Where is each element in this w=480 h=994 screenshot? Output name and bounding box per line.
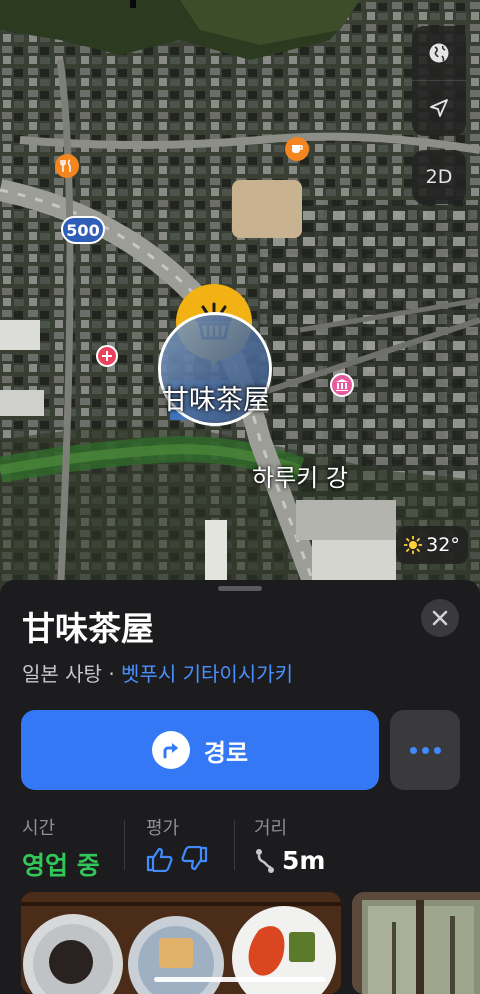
info-divider	[234, 820, 235, 870]
info-divider	[124, 820, 125, 870]
sun-icon	[404, 536, 423, 554]
map-view[interactable]: 500 甘味茶屋 하루키 강 2D 32°	[0, 0, 480, 600]
temperature: 32°	[426, 534, 460, 556]
distance-value: 5m	[282, 846, 326, 875]
place-title: 甘味茶屋	[22, 609, 154, 648]
close-icon	[432, 610, 448, 626]
weather-badge: 32°	[396, 526, 468, 564]
hours-info: 시간 영업 중	[22, 814, 100, 880]
rating-value	[146, 846, 208, 872]
location-arrow-icon[interactable]	[412, 81, 466, 135]
sheet-grabber[interactable]	[218, 586, 262, 591]
museum-icon[interactable]	[330, 373, 354, 397]
distance-info: 거리 5m	[254, 814, 325, 875]
road-shield-500: 500	[61, 216, 105, 244]
hours-value: 영업 중	[22, 851, 100, 880]
rating-label: 평가	[146, 818, 180, 839]
thumbs-up-icon	[146, 847, 173, 872]
rating-info[interactable]: 평가	[146, 814, 208, 874]
place-subtitle: 일본 사탕 · 벳푸시 기타이시가키	[22, 658, 293, 687]
photo-thumbnail[interactable]	[352, 892, 480, 994]
distance-label: 거리	[254, 818, 288, 839]
thumbs-down-icon	[181, 846, 208, 871]
pin-label: 甘味茶屋	[162, 385, 270, 416]
distance-row: 5m	[254, 846, 325, 875]
hospital-icon[interactable]	[96, 345, 118, 367]
cafe-icon[interactable]	[285, 137, 309, 161]
subtitle-separator: ·	[108, 662, 115, 686]
view-mode-button[interactable]: 2D	[412, 150, 466, 204]
walking-route-icon	[256, 848, 274, 873]
map-controls	[412, 26, 466, 136]
route-label: 경로	[203, 738, 249, 767]
river-label: 하루키 강	[252, 464, 348, 492]
directions-turn-icon	[151, 731, 190, 769]
place-sheet: 甘味茶屋 일본 사탕 · 벳푸시 기타이시가키 경로 시간 영업 중 평가 거리…	[0, 580, 480, 994]
place-location-link[interactable]: 벳푸시 기타이시가키	[121, 662, 293, 686]
home-indicator	[154, 977, 326, 982]
restaurant-icon[interactable]	[55, 154, 79, 178]
place-category: 일본 사탕	[22, 662, 102, 686]
close-button[interactable]	[421, 599, 459, 637]
route-button[interactable]: 경로	[21, 710, 379, 790]
more-button[interactable]	[390, 710, 460, 790]
more-icon	[409, 746, 417, 754]
globe-icon[interactable]	[412, 26, 466, 80]
hours-label: 시간	[22, 818, 56, 839]
